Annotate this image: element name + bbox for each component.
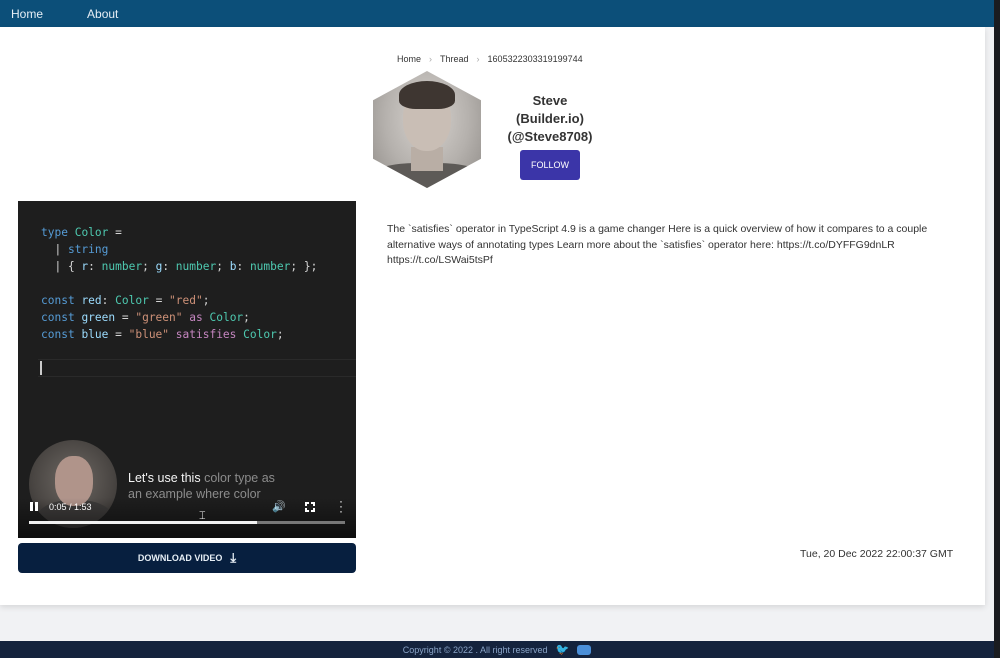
code-token: r	[81, 260, 89, 273]
volume-icon[interactable]: 🔊	[272, 500, 286, 513]
breadcrumb: Home › Thread › 1605322303319199744	[397, 54, 583, 64]
profile-name: Steve (Builder.io) (@Steve8708)	[500, 92, 600, 146]
nav-about-link[interactable]: About	[87, 7, 118, 21]
twitter-icon[interactable]: 🐦	[556, 643, 570, 656]
tweet-text: The `satisfies` operator in TypeScript 4…	[387, 223, 928, 266]
video-progress-played	[29, 521, 257, 524]
code-token: "green"	[135, 311, 183, 324]
top-navbar: Home About	[0, 0, 994, 27]
code-token: b	[229, 260, 237, 273]
breadcrumb-id: 1605322303319199744	[487, 54, 583, 64]
caption-bright: Let's use this	[128, 471, 201, 485]
code-token: red	[81, 294, 102, 307]
code-token: type	[41, 226, 68, 239]
chevron-right-icon: ›	[476, 54, 480, 64]
breadcrumb-home[interactable]: Home	[397, 54, 421, 64]
download-icon: ⤓	[230, 550, 237, 565]
editor-current-line	[38, 359, 356, 377]
fullscreen-icon[interactable]	[305, 502, 315, 512]
profile-name-line1: Steve	[532, 93, 568, 108]
text-caret	[40, 361, 42, 375]
code-token: Color	[243, 328, 277, 341]
page-background: Home › Thread › 1605322303319199744 Stev…	[0, 27, 994, 641]
code-token: number	[175, 260, 217, 273]
code-token: number	[249, 260, 291, 273]
video-time: 0:05 / 1:53	[49, 502, 92, 512]
code-token: "red"	[169, 294, 203, 307]
download-video-button[interactable]: DOWNLOAD VIDEO ⤓	[18, 543, 356, 573]
code-token: string	[67, 243, 109, 256]
code-token: number	[101, 260, 143, 273]
code-token: as	[189, 311, 203, 324]
profile-handle: (@Steve8708)	[507, 129, 593, 144]
code-token: const	[41, 294, 75, 307]
footer: Copyright © 2022 . All right reserved 🐦	[0, 641, 994, 658]
footer-copyright: Copyright © 2022 . All right reserved	[402, 644, 548, 655]
code-token: "blue"	[128, 328, 170, 341]
mouse-cursor-icon: ⌶	[199, 510, 206, 522]
youtube-icon[interactable]	[577, 644, 592, 655]
caption-dim-1: color type as	[204, 471, 275, 485]
pause-icon[interactable]	[29, 502, 39, 512]
video-player[interactable]: type Color = | string | { r: number; g: …	[18, 201, 356, 538]
tweet-timestamp: Tue, 20 Dec 2022 22:00:37 GMT	[800, 548, 954, 560]
profile-avatar	[373, 71, 481, 188]
code-token: g	[155, 260, 163, 273]
nav-home-link[interactable]: Home	[11, 7, 43, 21]
code-token: const	[41, 328, 75, 341]
code-token: blue	[81, 328, 109, 341]
avatar-hair	[399, 81, 455, 109]
follow-button[interactable]: FOLLOW	[520, 150, 580, 180]
video-progress-track[interactable]	[29, 521, 345, 524]
code-token: Color	[74, 226, 109, 239]
more-options-icon[interactable]: · · ·	[339, 495, 343, 517]
code-token: const	[41, 311, 75, 324]
profile-name-line2: (Builder.io)	[516, 111, 584, 126]
chevron-right-icon: ›	[429, 54, 433, 64]
code-token: satisfies	[175, 328, 237, 341]
window-edge	[994, 0, 1000, 658]
code-token: green	[81, 311, 116, 324]
code-token: Color	[209, 311, 244, 324]
breadcrumb-thread[interactable]: Thread	[440, 54, 469, 64]
download-label: DOWNLOAD VIDEO	[137, 553, 223, 563]
tweet-card: Home › Thread › 1605322303319199744 Stev…	[0, 27, 985, 605]
code-token: Color	[115, 294, 149, 307]
code-snippet: type Color = | string | { r: number; g: …	[41, 226, 318, 341]
